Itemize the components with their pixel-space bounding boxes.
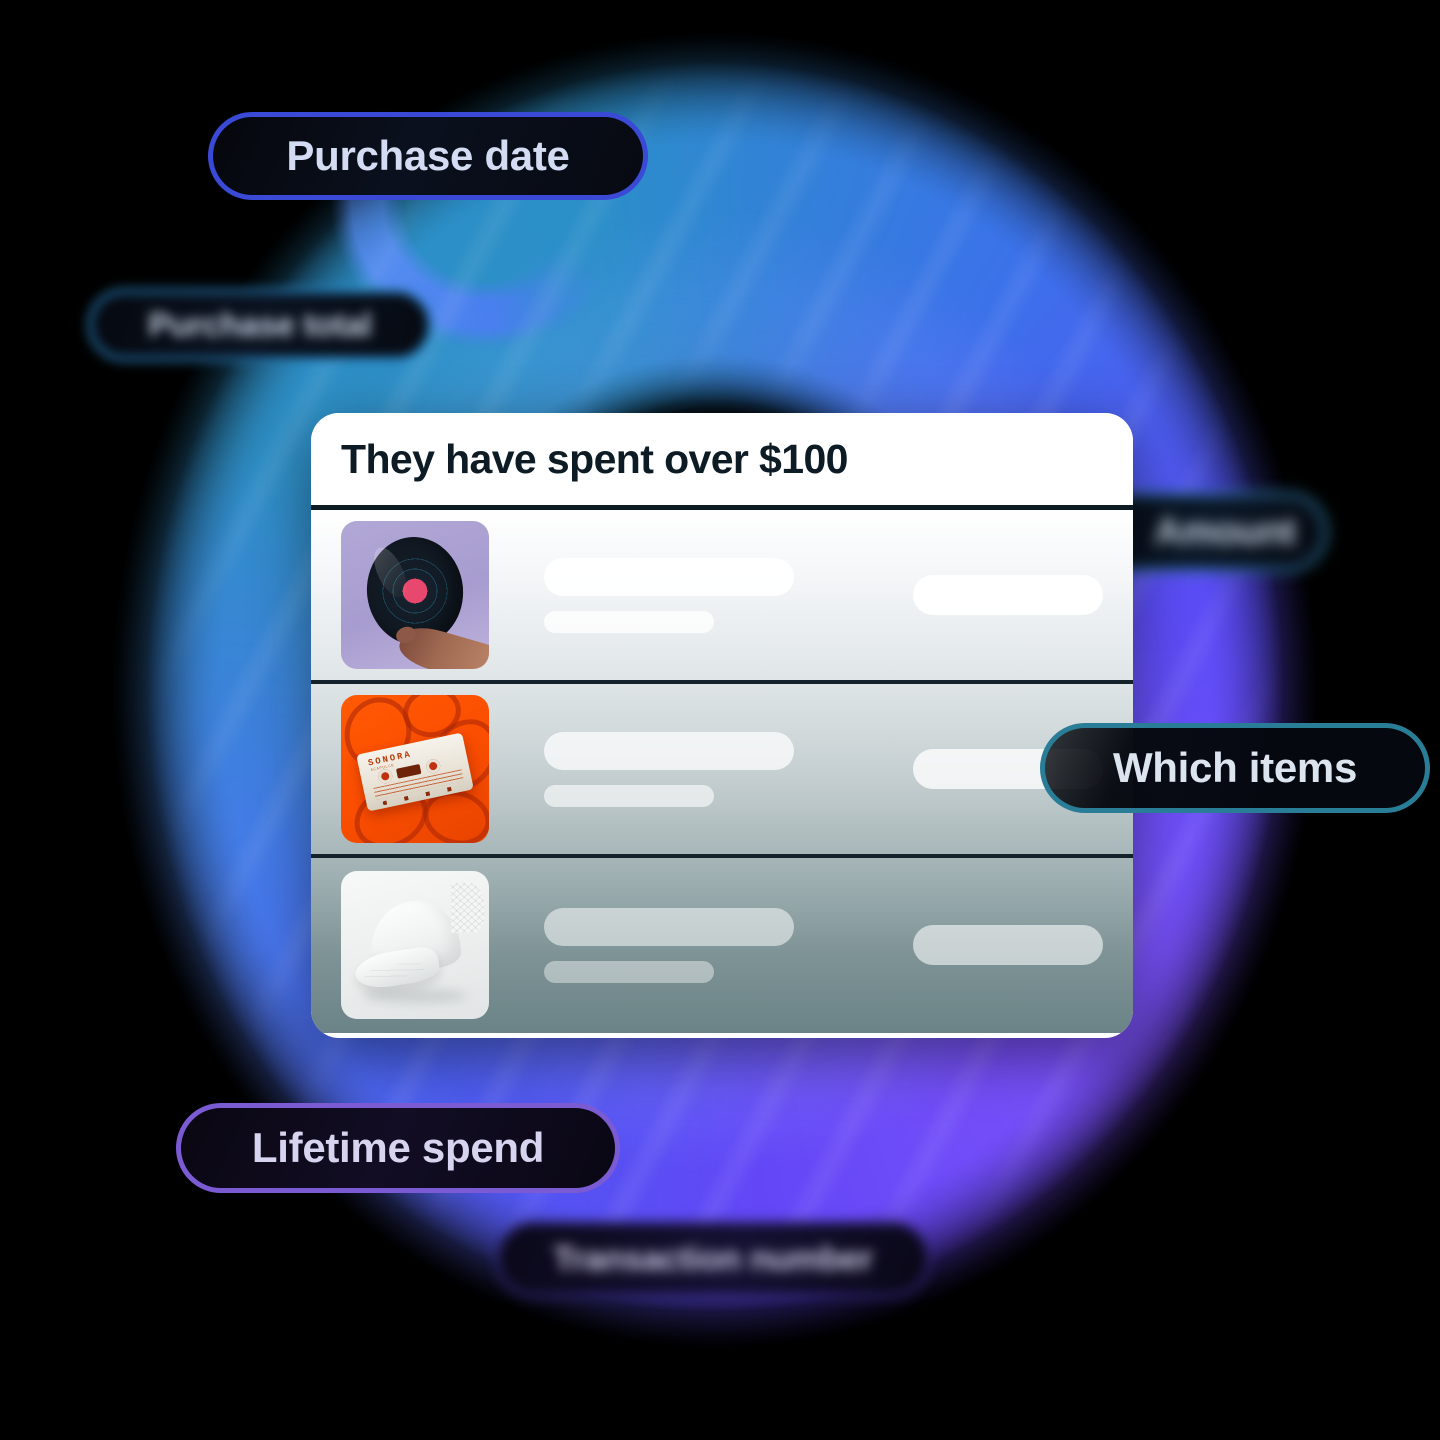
row-text-placeholders bbox=[489, 907, 913, 983]
skeleton-bar-primary bbox=[544, 907, 794, 946]
pill-purchase-date[interactable]: Purchase date bbox=[208, 112, 648, 200]
skeleton-bar-primary bbox=[544, 731, 794, 770]
row-text-placeholders bbox=[489, 557, 913, 633]
skeleton-bar-amount bbox=[913, 575, 1103, 615]
cassette-reel-left bbox=[376, 767, 394, 785]
row-text-placeholders bbox=[489, 731, 913, 807]
pill-transaction-number[interactable]: Transaction number bbox=[496, 1221, 930, 1297]
cap-mesh-panel bbox=[451, 883, 485, 933]
table-row[interactable]: SONORA ACAPULCO bbox=[311, 684, 1133, 858]
cassette-window bbox=[395, 763, 422, 779]
white-cap-thumbnail bbox=[341, 871, 489, 1019]
cap-shadow bbox=[363, 989, 467, 1003]
skeleton-bar-amount bbox=[913, 925, 1103, 965]
cap-brim bbox=[352, 944, 442, 992]
table-row[interactable] bbox=[311, 858, 1133, 1032]
card-header: They have spent over $100 bbox=[311, 413, 1133, 510]
table-row[interactable] bbox=[311, 510, 1133, 684]
vinyl-record-thumbnail bbox=[341, 521, 489, 669]
pill-which-items[interactable]: Which items bbox=[1040, 723, 1430, 813]
scene: Amount Purchase total Transaction number… bbox=[0, 0, 1440, 1440]
pill-purchase-total[interactable]: Purchase total bbox=[88, 289, 432, 361]
cassette-tape-thumbnail: SONORA ACAPULCO bbox=[341, 695, 489, 843]
skeleton-bar-primary bbox=[544, 557, 794, 596]
pill-lifetime-spend[interactable]: Lifetime spend bbox=[176, 1103, 620, 1193]
skeleton-bar-secondary bbox=[544, 610, 714, 633]
card-title: They have spent over $100 bbox=[341, 435, 848, 482]
spend-card: They have spent over $100 SONORA bbox=[311, 413, 1133, 1038]
skeleton-bar-secondary bbox=[544, 960, 714, 983]
card-body: SONORA ACAPULCO bbox=[311, 510, 1133, 1033]
skeleton-bar-secondary bbox=[544, 784, 714, 807]
cassette-reel-right bbox=[424, 757, 442, 775]
